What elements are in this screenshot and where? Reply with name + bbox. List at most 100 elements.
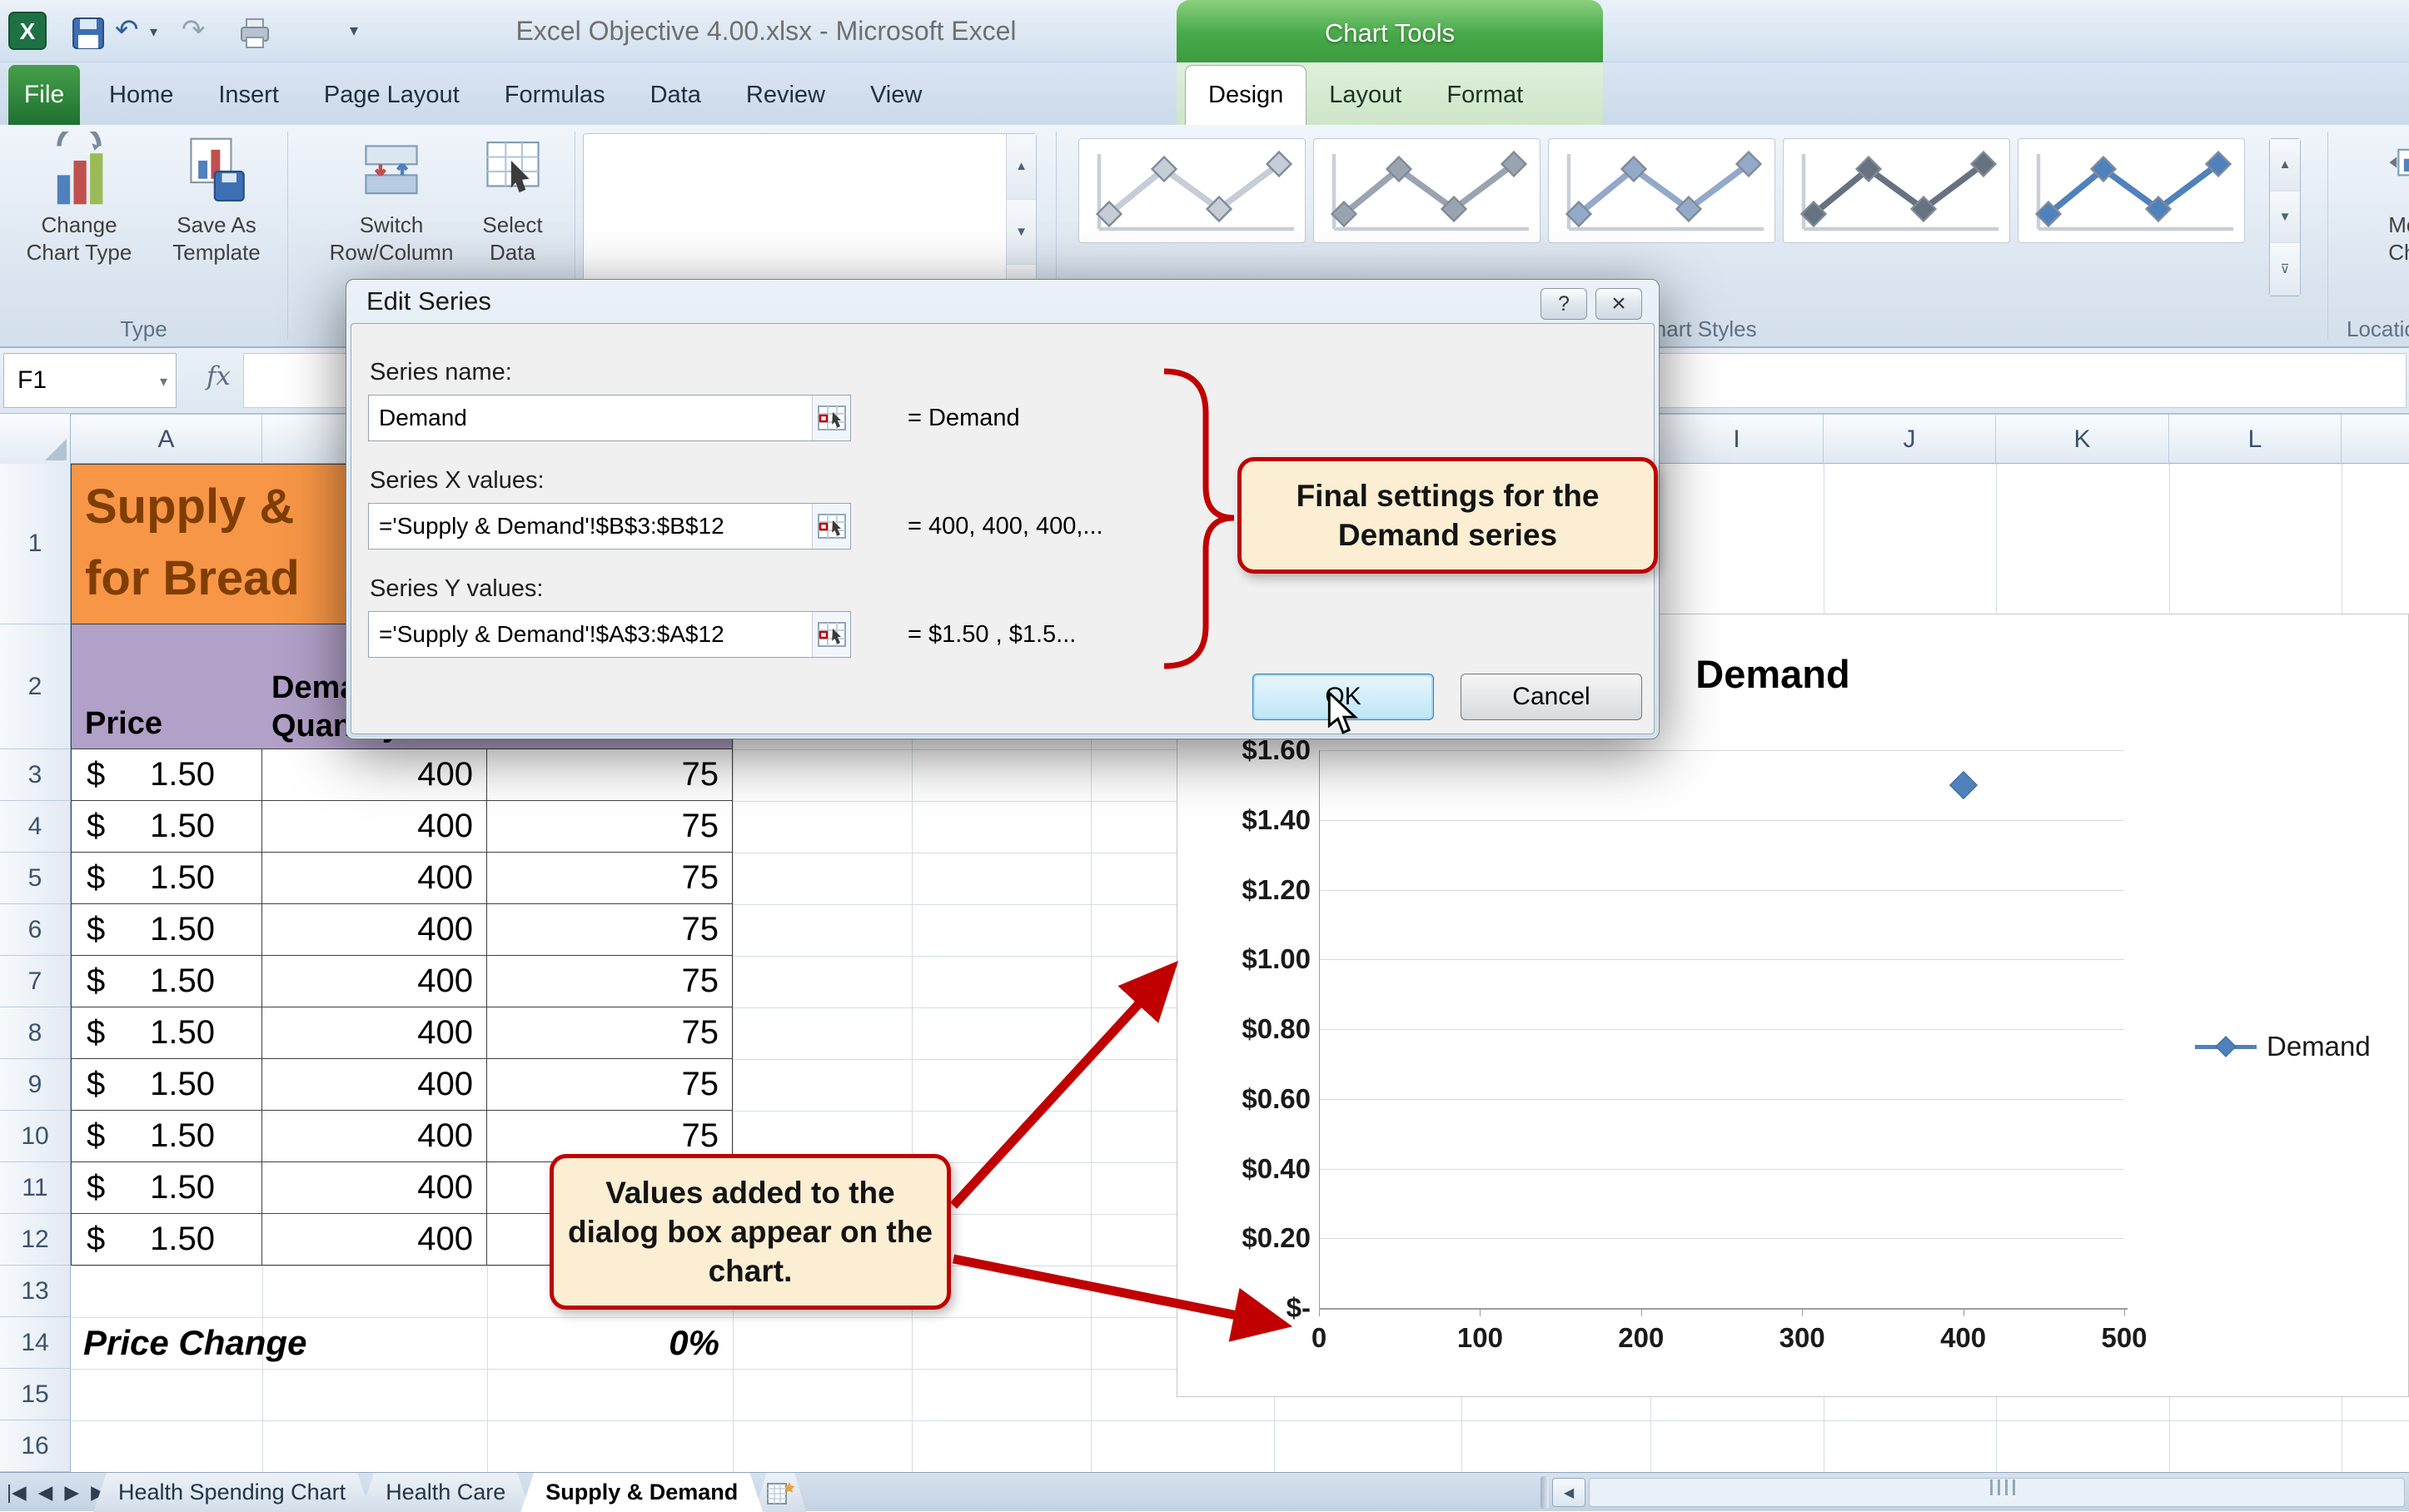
chart-style-thumbnail[interactable] <box>1783 138 2010 243</box>
move-chart-button[interactable]: Move Chart <box>2357 132 2409 313</box>
row-header-3[interactable]: 3 <box>0 749 71 801</box>
series-name-input[interactable]: Demand <box>368 395 851 441</box>
cancel-button[interactable]: Cancel <box>1461 674 1642 720</box>
cell-demand[interactable]: 400 <box>262 904 487 956</box>
chart-style-thumbnail[interactable] <box>1313 138 1540 243</box>
collapse-dialog-icon[interactable] <box>812 504 850 549</box>
cell-price[interactable]: $1.50 <box>71 956 262 1007</box>
ribbon-tab-home[interactable]: Home <box>87 65 196 125</box>
collapse-dialog-icon[interactable] <box>812 395 850 440</box>
scroll-up-icon[interactable]: ▲ <box>2270 139 2300 191</box>
cell-demand[interactable]: 400 <box>262 749 487 801</box>
cell-price[interactable]: $1.50 <box>71 904 262 956</box>
cell-demand[interactable]: 400 <box>262 1059 487 1111</box>
scroll-down-icon[interactable]: ▼ <box>2270 191 2300 244</box>
cell-demand[interactable]: 400 <box>262 1111 487 1162</box>
sheet-tab-health-care[interactable]: Health Care <box>361 1473 530 1512</box>
row-header-9[interactable]: 9 <box>0 1059 71 1111</box>
ribbon-tab-design[interactable]: Design <box>1185 65 1307 125</box>
cell-supply[interactable]: 75 <box>487 956 733 1007</box>
ribbon-tab-layout[interactable]: Layout <box>1307 65 1424 125</box>
row-header-15[interactable]: 15 <box>0 1369 71 1420</box>
row-header-16[interactable]: 16 <box>0 1420 71 1472</box>
row-header-4[interactable]: 4 <box>0 801 71 853</box>
row-header-11[interactable]: 11 <box>0 1162 71 1214</box>
cell-price[interactable]: $1.50 <box>71 749 262 801</box>
excel-app-icon[interactable]: X <box>8 12 47 50</box>
scroll-left-icon[interactable]: ◀ <box>1552 1478 1585 1507</box>
sheet-tab-supply-demand[interactable]: Supply & Demand <box>520 1473 763 1512</box>
ribbon-tab-formulas[interactable]: Formulas <box>482 65 628 125</box>
row-header-8[interactable]: 8 <box>0 1007 71 1059</box>
ribbon-tab-data[interactable]: Data <box>628 65 724 125</box>
help-button[interactable]: ? <box>1540 288 1587 320</box>
collapse-dialog-icon[interactable] <box>812 612 850 657</box>
row-header-13[interactable]: 13 <box>0 1266 71 1317</box>
column-header-l[interactable]: L <box>2169 415 2342 465</box>
change-chart-type-button[interactable]: Change Chart Type <box>12 132 146 313</box>
cell-demand[interactable]: 400 <box>262 1214 487 1266</box>
chart-styles-scroll-buttons[interactable]: ▲ ▼ ⊽ <box>2269 138 2301 296</box>
cell-supply[interactable]: 75 <box>487 853 733 904</box>
cell-supply[interactable]: 75 <box>487 749 733 801</box>
ribbon-tab-insert[interactable]: Insert <box>196 65 301 125</box>
series-y-input[interactable]: ='Supply & Demand'!$A$3:$A$12 <box>368 611 851 658</box>
column-header-k[interactable]: K <box>1996 415 2169 465</box>
row-header-10[interactable]: 10 <box>0 1111 71 1162</box>
dialog-title[interactable]: Edit Series <box>366 280 491 323</box>
ribbon-tab-view[interactable]: View <box>848 65 944 125</box>
gallery-more-icon[interactable]: ⊽ <box>2270 243 2300 296</box>
chart-legend[interactable]: Demand <box>2195 1031 2371 1062</box>
row-header-5[interactable]: 5 <box>0 853 71 904</box>
insert-function-button[interactable]: fx <box>207 361 231 391</box>
cell-supply[interactable]: 75 <box>487 904 733 956</box>
cell-demand[interactable]: 400 <box>262 1007 487 1059</box>
save-icon[interactable] <box>72 17 105 50</box>
chart-data-point[interactable] <box>1949 770 1978 799</box>
name-box[interactable]: F1 ▾ <box>3 353 177 408</box>
row-header-12[interactable]: 12 <box>0 1214 71 1266</box>
row-header-1[interactable]: 1 <box>0 464 71 624</box>
cell-price[interactable]: $1.50 <box>71 1214 262 1266</box>
redo-icon[interactable]: ↷ <box>182 13 206 47</box>
column-header-a[interactable]: A <box>71 415 262 465</box>
cell-price[interactable]: $1.50 <box>71 1007 262 1059</box>
cell-demand[interactable]: 400 <box>262 801 487 853</box>
ribbon-tab-page-layout[interactable]: Page Layout <box>301 65 482 125</box>
cell-supply[interactable]: 75 <box>487 801 733 853</box>
insert-worksheet-button[interactable] <box>754 1473 806 1512</box>
cell-price[interactable]: $1.50 <box>71 1059 262 1111</box>
cell-supply[interactable]: 75 <box>487 1059 733 1111</box>
undo-dropdown-icon[interactable]: ▾ <box>150 23 157 41</box>
cell-demand[interactable]: 400 <box>262 853 487 904</box>
save-as-template-button[interactable]: Save As Template <box>154 132 279 313</box>
chart-style-thumbnail[interactable] <box>1548 138 1775 243</box>
ribbon-tab-file[interactable]: File <box>8 65 80 125</box>
cell-price[interactable]: $1.50 <box>71 1162 262 1214</box>
row-header-14[interactable]: 14 <box>0 1317 71 1369</box>
row-header-6[interactable]: 6 <box>0 904 71 956</box>
ribbon-tab-review[interactable]: Review <box>724 65 848 125</box>
price-change-label[interactable]: Price Change <box>83 1317 306 1369</box>
row-header-2[interactable]: 2 <box>0 624 71 749</box>
scroll-down-icon[interactable]: ▼ <box>1007 199 1036 266</box>
column-header-i[interactable]: I <box>1650 415 1824 465</box>
scroll-up-icon[interactable]: ▲ <box>1007 134 1036 200</box>
chart-style-thumbnail[interactable] <box>2018 138 2245 243</box>
cell-price[interactable]: $1.50 <box>71 801 262 853</box>
next-sheet-icon[interactable]: ▶ <box>64 1481 79 1504</box>
chart-style-thumbnail[interactable] <box>1078 138 1306 243</box>
close-button[interactable]: × <box>1595 288 1642 320</box>
scrollbar-grip[interactable] <box>1990 1480 2015 1495</box>
select-all-corner[interactable] <box>0 414 71 464</box>
cell-demand[interactable]: 400 <box>262 1162 487 1214</box>
tab-split-handle[interactable] <box>1540 1476 1549 1509</box>
first-sheet-icon[interactable]: |◀ <box>7 1481 27 1504</box>
column-header-m[interactable]: M <box>2342 415 2409 465</box>
previous-sheet-icon[interactable]: ◀ <box>38 1481 53 1504</box>
undo-icon[interactable]: ↶ <box>115 13 139 47</box>
cell-supply[interactable]: 75 <box>487 1007 733 1059</box>
ribbon-tab-format[interactable]: Format <box>1424 65 1545 125</box>
cell-demand[interactable]: 400 <box>262 956 487 1007</box>
price-change-value[interactable]: 0% <box>487 1317 733 1369</box>
